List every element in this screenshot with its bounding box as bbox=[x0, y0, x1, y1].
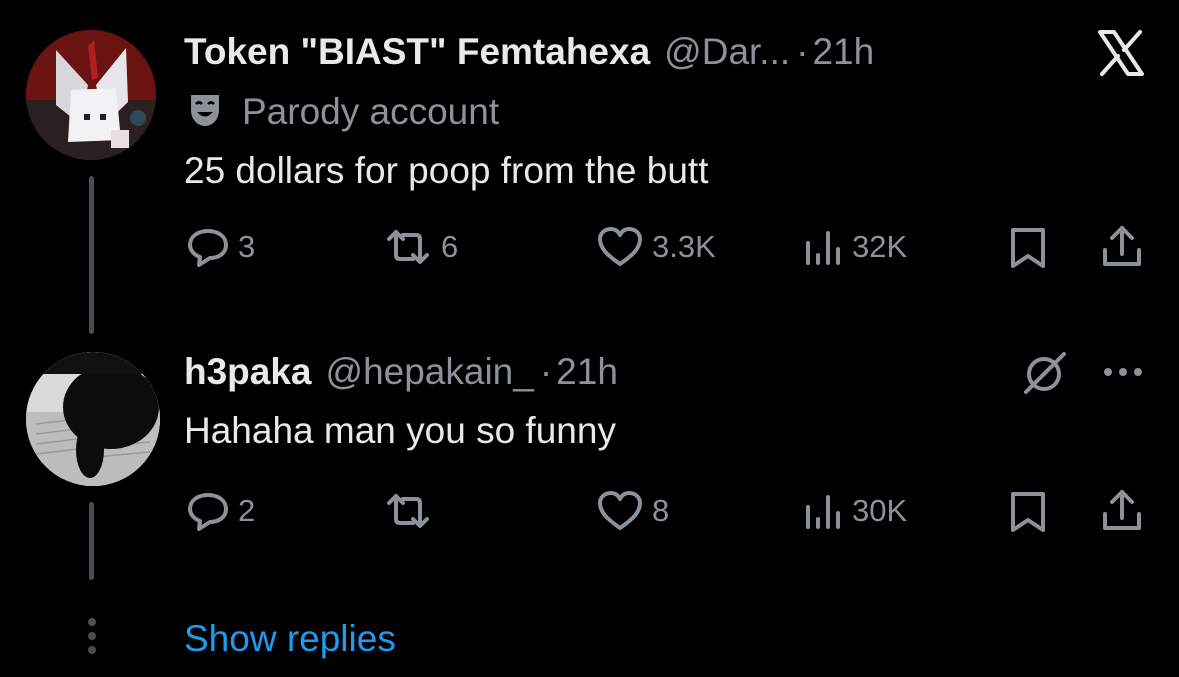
views-count: 30K bbox=[852, 493, 908, 528]
like-button[interactable]: 3.3K bbox=[596, 224, 716, 270]
repost-icon bbox=[383, 489, 433, 533]
reply-count: 2 bbox=[238, 493, 256, 528]
repost-button[interactable]: 6 bbox=[383, 224, 458, 270]
heart-icon bbox=[596, 225, 644, 269]
views-button[interactable]: 32K bbox=[800, 224, 907, 270]
views-icon bbox=[800, 225, 844, 269]
handle[interactable]: @Dar... bbox=[664, 31, 790, 73]
like-count: 8 bbox=[652, 493, 670, 528]
tweet-header: h3paka @hepakain_ · 21h bbox=[184, 350, 618, 394]
dotted-thread-icon bbox=[86, 616, 98, 656]
share-icon[interactable] bbox=[1100, 224, 1144, 270]
theater-mask-icon bbox=[188, 92, 222, 133]
tweet-header: Token "BIAST" Femtahexa @Dar... · 21h bbox=[184, 30, 874, 74]
display-name[interactable]: h3paka bbox=[184, 351, 312, 393]
tweet-text: 25 dollars for poop from the butt bbox=[184, 150, 709, 191]
display-name[interactable]: Token "BIAST" Femtahexa bbox=[184, 31, 650, 73]
repost-icon bbox=[383, 225, 433, 269]
show-replies-link[interactable]: Show replies bbox=[184, 616, 396, 662]
bookmark-icon[interactable] bbox=[1006, 490, 1050, 534]
badge-label: Parody account bbox=[242, 91, 500, 132]
repost-count: 6 bbox=[441, 229, 459, 264]
handle[interactable]: @hepakain_ bbox=[326, 351, 534, 393]
share-icon[interactable] bbox=[1100, 488, 1144, 534]
avatar[interactable] bbox=[26, 30, 156, 160]
views-count: 32K bbox=[852, 229, 908, 264]
timestamp[interactable]: 21h bbox=[812, 31, 874, 73]
reply-icon bbox=[186, 225, 230, 269]
repost-button[interactable] bbox=[383, 488, 441, 534]
timestamp[interactable]: 21h bbox=[556, 351, 618, 393]
heart-icon bbox=[596, 489, 644, 533]
thread-line bbox=[89, 502, 94, 580]
grok-icon[interactable] bbox=[1020, 350, 1070, 396]
separator: · bbox=[539, 351, 553, 392]
like-count: 3.3K bbox=[652, 229, 716, 264]
thread-line bbox=[89, 176, 94, 334]
avatar[interactable] bbox=[26, 352, 160, 486]
like-button[interactable]: 8 bbox=[596, 488, 669, 534]
reply-icon bbox=[186, 489, 230, 533]
parody-badge: Parody account bbox=[188, 90, 499, 134]
reply-button[interactable]: 2 bbox=[186, 488, 255, 534]
views-button[interactable]: 30K bbox=[800, 488, 907, 534]
reply-button[interactable]: 3 bbox=[186, 224, 255, 270]
separator: · bbox=[796, 31, 809, 72]
reply-count: 3 bbox=[238, 229, 256, 264]
views-icon bbox=[800, 489, 844, 533]
tweet[interactable]: h3paka @hepakain_ · 21h Hahaha man you s… bbox=[0, 330, 1179, 600]
tweet[interactable]: Token "BIAST" Femtahexa @Dar... · 21h Pa… bbox=[0, 0, 1179, 334]
more-icon[interactable] bbox=[1100, 360, 1146, 384]
bookmark-icon[interactable] bbox=[1006, 226, 1050, 270]
tweet-text: Hahaha man you so funny bbox=[184, 410, 616, 451]
